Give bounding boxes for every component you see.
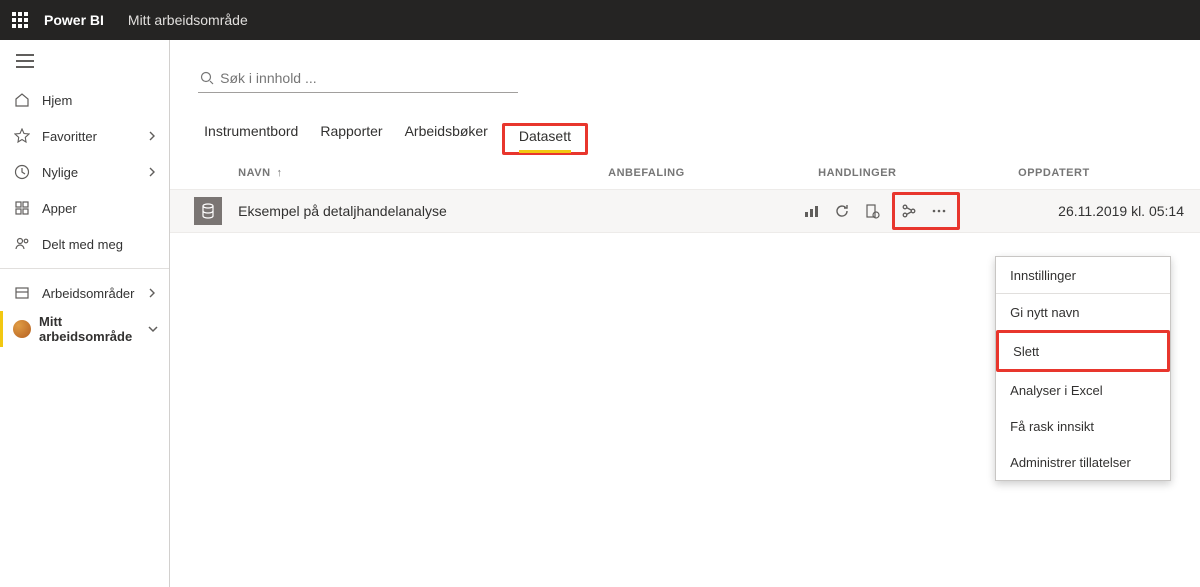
chevron-right-icon — [147, 167, 157, 177]
col-name-header[interactable]: NAVN ↑ — [238, 167, 608, 179]
chevron-right-icon — [147, 131, 157, 141]
nav-apps[interactable]: Apper — [0, 190, 169, 226]
chevron-right-icon — [147, 288, 157, 298]
nav-recent[interactable]: Nylige — [0, 154, 169, 190]
menu-delete[interactable]: Slett — [999, 333, 1167, 369]
context-label: Mitt arbeidsområde — [128, 12, 248, 28]
create-report-icon[interactable] — [802, 201, 822, 221]
sort-asc-icon: ↑ — [277, 167, 283, 179]
people-icon — [12, 236, 32, 252]
hamburger-icon — [16, 54, 34, 68]
dataset-name[interactable]: Eksempel på detaljhandelanalyse — [238, 203, 608, 219]
nav-label: Nylige — [42, 165, 147, 180]
content-tabs: Instrumentbord Rapporter Arbeidsbøker Da… — [170, 103, 1200, 157]
nav-label: Delt med meg — [42, 237, 157, 252]
nav-home[interactable]: Hjem — [0, 82, 169, 118]
menu-quick-insights[interactable]: Få rask innsikt — [996, 408, 1170, 444]
tab-highlight: Datasett — [502, 123, 588, 155]
home-icon — [12, 92, 32, 108]
nav-my-workspace[interactable]: Mitt arbeidsområde — [0, 311, 169, 347]
nav-label: Mitt arbeidsområde — [39, 314, 147, 344]
sidebar-toggle[interactable] — [0, 40, 169, 82]
main-content: Instrumentbord Rapporter Arbeidsbøker Da… — [170, 40, 1200, 587]
menu-rename[interactable]: Gi nytt navn — [996, 294, 1170, 330]
tab-reports[interactable]: Rapporter — [320, 123, 382, 155]
search-icon — [200, 71, 214, 85]
context-menu: Innstillinger Gi nytt navn Slett Analyse… — [995, 256, 1171, 481]
nav-label: Apper — [42, 201, 157, 216]
table-header: NAVN ↑ ANBEFALING HANDLINGER OPPDATERT — [170, 157, 1200, 189]
nav-shared[interactable]: Delt med meg — [0, 226, 169, 262]
col-label: NAVN — [238, 167, 270, 179]
tab-workbooks[interactable]: Arbeidsbøker — [405, 123, 488, 155]
more-options-icon[interactable] — [929, 201, 949, 221]
menu-manage-permissions[interactable]: Administrer tillatelser — [996, 444, 1170, 480]
search-input[interactable] — [220, 70, 516, 86]
col-updated-header[interactable]: OPPDATERT — [1018, 167, 1184, 179]
brand-label: Power BI — [44, 12, 104, 28]
actions-highlight — [892, 192, 960, 230]
menu-analyze-excel[interactable]: Analyser i Excel — [996, 372, 1170, 408]
search-box[interactable] — [198, 64, 518, 93]
dataset-row[interactable]: Eksempel på detaljhandelanalyse — [170, 189, 1200, 233]
menu-settings[interactable]: Innstillinger — [996, 257, 1170, 293]
nav-workspaces[interactable]: Arbeidsområder — [0, 275, 169, 311]
app-launcher-icon[interactable] — [12, 12, 28, 28]
tab-dashboards[interactable]: Instrumentbord — [204, 123, 298, 155]
nav-favorites[interactable]: Favoritter — [0, 118, 169, 154]
apps-icon — [12, 200, 32, 216]
sidebar: Hjem Favoritter Nylige — [0, 40, 170, 587]
refresh-icon[interactable] — [832, 201, 852, 221]
workspaces-icon — [12, 285, 32, 301]
tab-datasets[interactable]: Datasett — [519, 128, 571, 152]
top-bar: Power BI Mitt arbeidsområde — [0, 0, 1200, 40]
col-actions-header: HANDLINGER — [818, 167, 1018, 179]
col-reco-header[interactable]: ANBEFALING — [608, 167, 818, 179]
workspace-avatar-icon — [13, 320, 31, 338]
dataset-updated: 26.11.2019 kl. 05:14 — [1002, 203, 1184, 219]
schedule-refresh-icon[interactable] — [862, 201, 882, 221]
star-icon — [12, 128, 32, 144]
dataset-icon — [194, 197, 222, 225]
lineage-icon[interactable] — [899, 201, 919, 221]
nav-label: Arbeidsområder — [42, 286, 147, 301]
nav-label: Hjem — [42, 93, 157, 108]
chevron-down-icon — [147, 323, 159, 335]
nav-label: Favoritter — [42, 129, 147, 144]
clock-icon — [12, 164, 32, 180]
menu-delete-highlight: Slett — [996, 330, 1170, 372]
